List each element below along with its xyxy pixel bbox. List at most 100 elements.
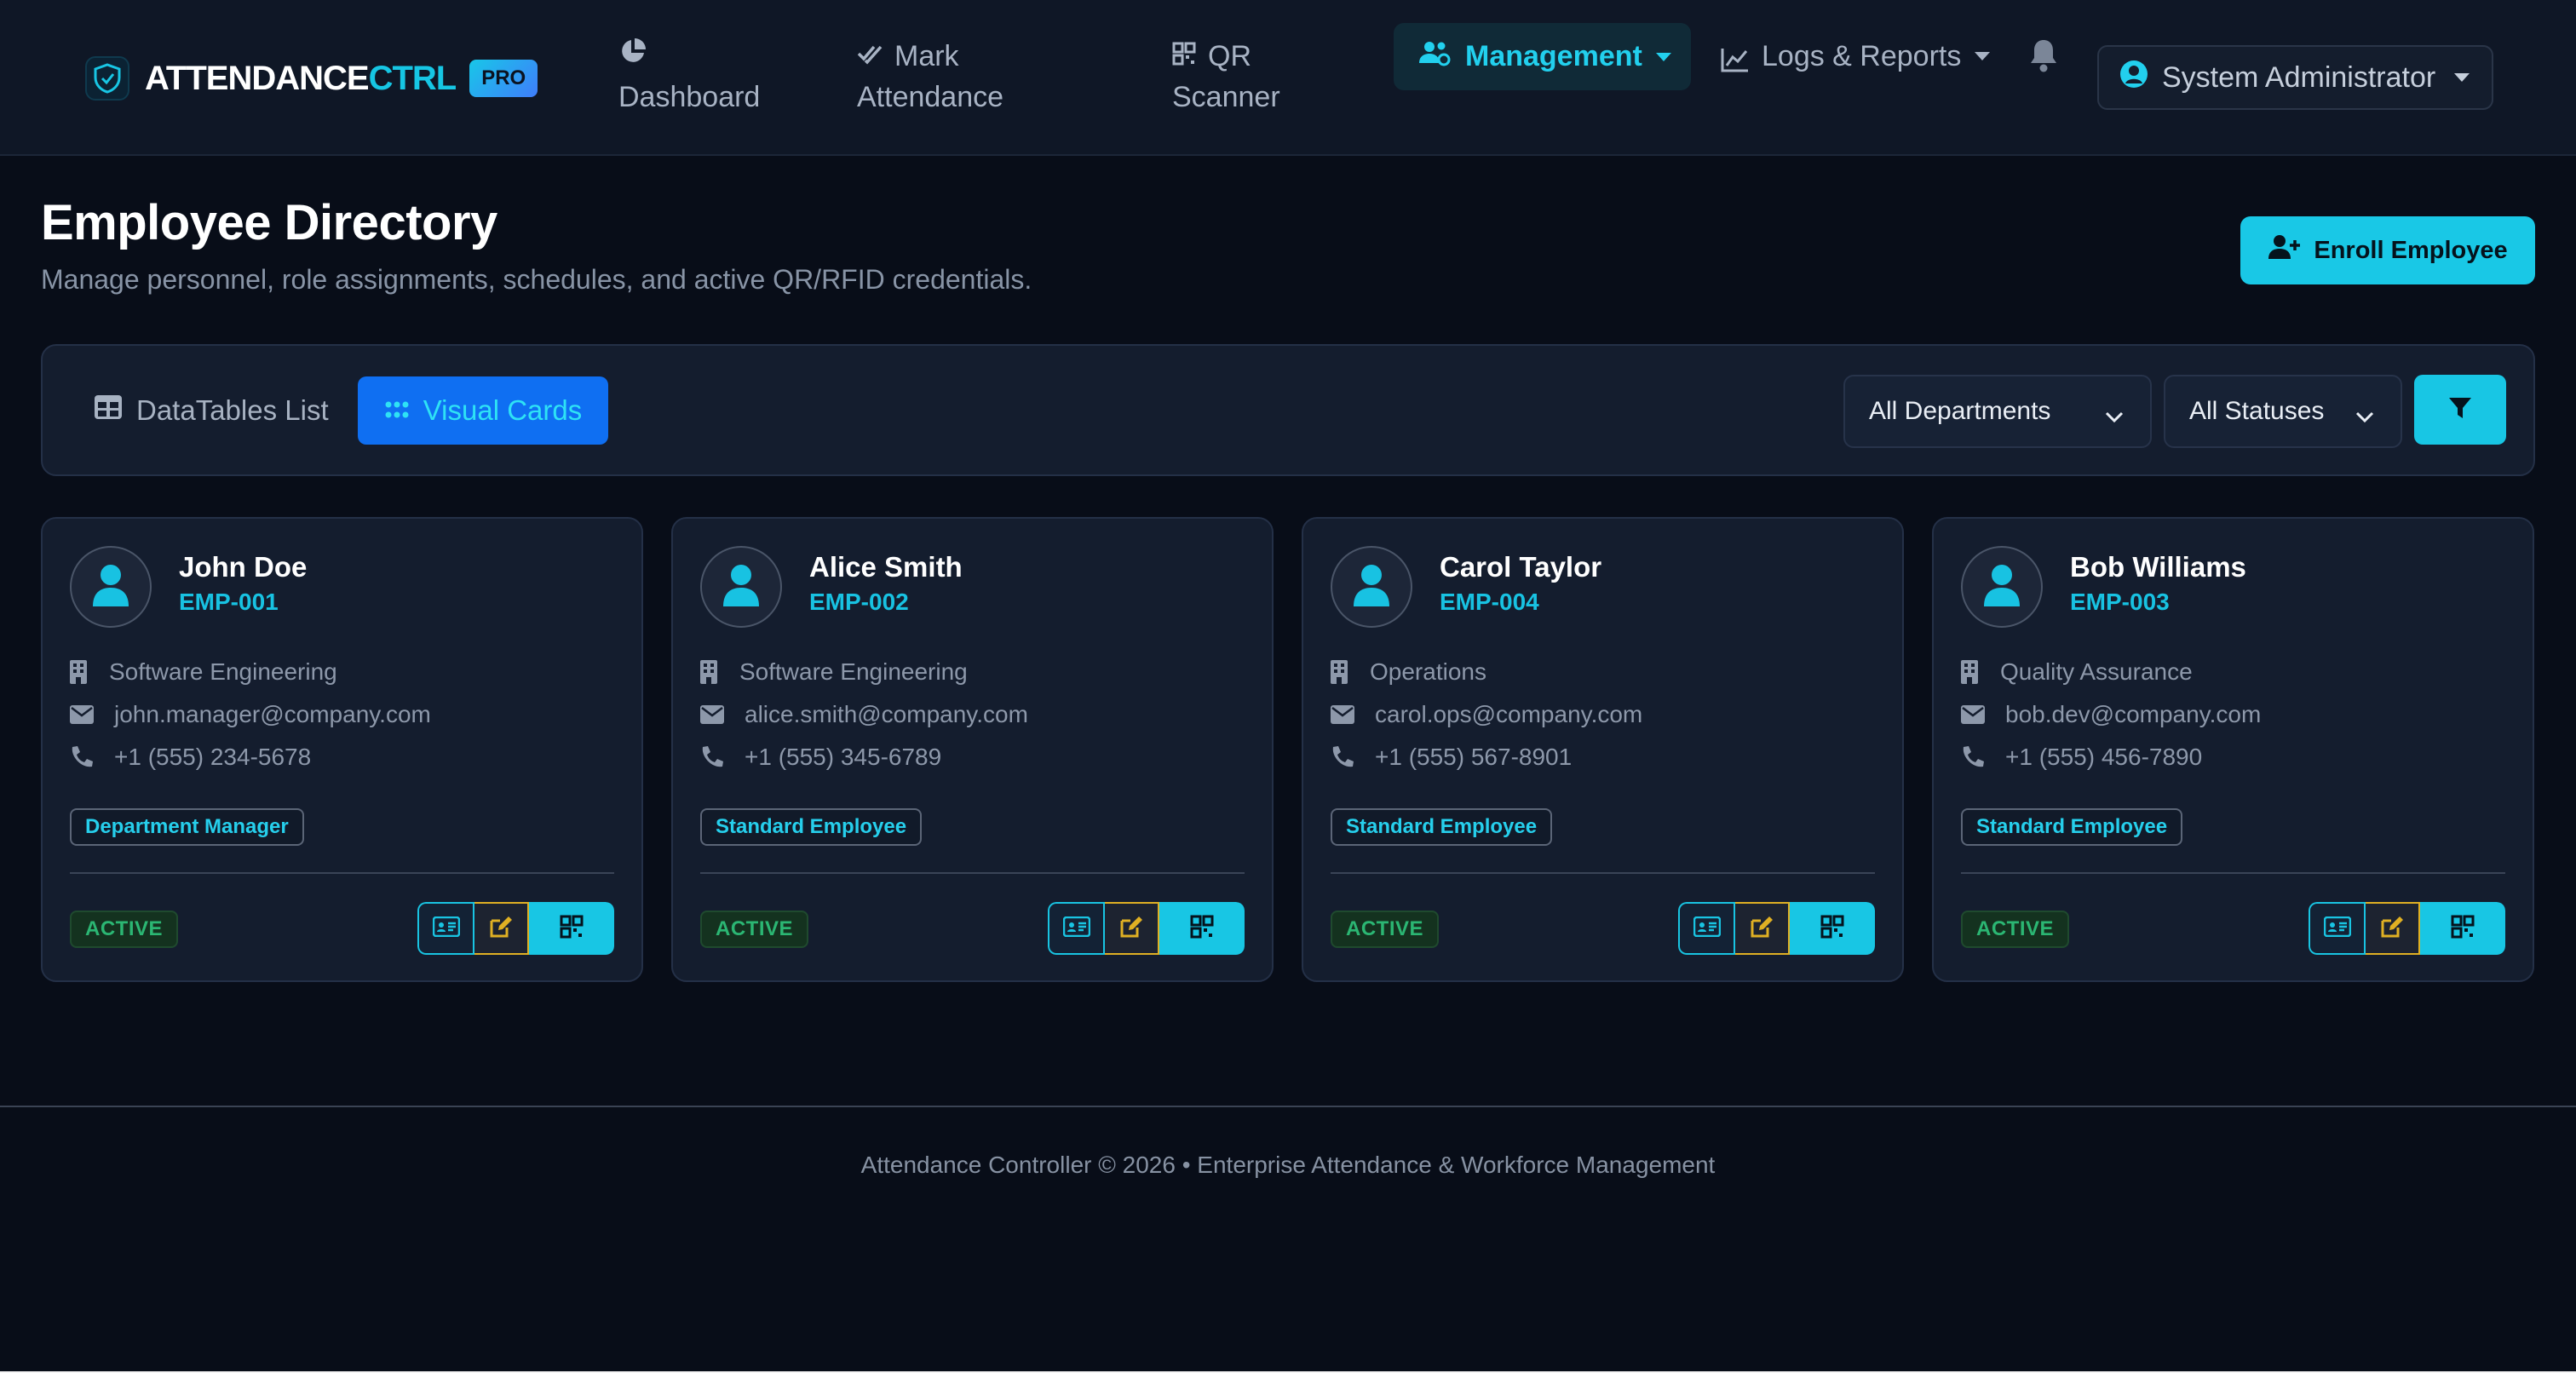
employee-department: Software Engineering xyxy=(109,658,337,685)
edit-employee-button[interactable] xyxy=(1105,902,1159,955)
id-card-icon xyxy=(1693,916,1721,941)
top-navbar: ATTENDANCECTRL PRO Dashboard Mark Attend… xyxy=(0,0,2576,156)
status-badge: ACTIVE xyxy=(1961,911,2070,948)
nav-dashboard[interactable]: Dashboard xyxy=(618,36,760,118)
card-divider xyxy=(700,872,1245,874)
employee-card[interactable]: Alice Smith EMP-002 Software Engineering… xyxy=(671,517,1274,982)
user-icon xyxy=(1353,564,1390,611)
avatar xyxy=(1331,546,1412,628)
show-qr-button[interactable] xyxy=(1159,902,1245,955)
tab-datatables-label: DataTables List xyxy=(136,394,329,426)
building-icon xyxy=(1331,660,1361,684)
chevron-down-icon xyxy=(2355,402,2375,431)
enroll-employee-label: Enroll Employee xyxy=(2314,236,2508,264)
employee-phone[interactable]: +1 (555) 456-7890 xyxy=(2005,744,2202,771)
phone-row: +1 (555) 345-6789 xyxy=(700,744,941,771)
department-row: Software Engineering xyxy=(700,658,968,686)
footer-text: Attendance Controller © 2026 • Enterpris… xyxy=(860,1152,1716,1178)
nav-management[interactable]: Management xyxy=(1394,23,1691,90)
show-qr-button[interactable] xyxy=(2420,902,2505,955)
brand-name: ATTENDANCECTRL xyxy=(145,59,457,97)
employee-department: Quality Assurance xyxy=(2000,658,2193,685)
user-menu-button[interactable]: System Administrator xyxy=(2097,45,2493,110)
email-row: john.manager@company.com xyxy=(70,701,431,728)
employee-phone[interactable]: +1 (555) 345-6789 xyxy=(745,744,941,771)
users-cog-icon xyxy=(1417,39,1452,74)
card-action-group xyxy=(1678,902,1875,955)
employee-card[interactable]: John Doe EMP-001 Software Engineering jo… xyxy=(41,517,643,982)
footer-divider xyxy=(0,1106,2576,1107)
role-badge: Department Manager xyxy=(70,808,304,846)
qrcode-icon xyxy=(560,915,584,943)
bell-icon[interactable] xyxy=(2027,37,2060,78)
check-double-icon xyxy=(857,36,883,77)
nav-mark-label-1: Mark xyxy=(894,40,959,72)
edit-icon xyxy=(1118,914,1144,944)
nav-mark-label-2: Attendance xyxy=(857,81,1004,113)
nav-logs-reports[interactable]: Logs & Reports xyxy=(1721,36,1991,83)
employee-phone[interactable]: +1 (555) 234-5678 xyxy=(114,744,311,771)
employee-id: EMP-001 xyxy=(179,589,279,615)
view-id-card-button[interactable] xyxy=(1678,902,1735,955)
qrcode-icon xyxy=(2451,915,2475,943)
caret-down-icon xyxy=(2454,73,2470,82)
employee-email[interactable]: alice.smith@company.com xyxy=(745,701,1028,728)
edit-icon xyxy=(488,914,514,944)
grid-icon xyxy=(384,394,423,427)
edit-employee-button[interactable] xyxy=(2366,902,2420,955)
phone-icon xyxy=(70,745,101,769)
employee-id: EMP-004 xyxy=(1440,589,1539,615)
tab-visual-cards[interactable]: Visual Cards xyxy=(358,376,608,445)
department-select[interactable]: All Departments xyxy=(1843,375,2152,448)
status-badge: ACTIVE xyxy=(700,911,809,948)
edit-icon xyxy=(1749,914,1774,944)
employee-department: Software Engineering xyxy=(739,658,968,685)
employee-phone[interactable]: +1 (555) 567-8901 xyxy=(1375,744,1572,771)
nav-logs-label: Logs & Reports xyxy=(1762,40,1962,72)
id-card-icon xyxy=(2323,916,2351,941)
employee-email[interactable]: bob.dev@company.com xyxy=(2005,701,2261,728)
employee-id: EMP-002 xyxy=(809,589,909,615)
view-id-card-button[interactable] xyxy=(1048,902,1105,955)
edit-employee-button[interactable] xyxy=(1735,902,1790,955)
card-action-group xyxy=(2309,902,2505,955)
shield-logo-icon xyxy=(85,56,129,101)
id-card-icon xyxy=(1062,916,1090,941)
pie-chart-icon xyxy=(618,36,647,77)
nav-qr-scanner[interactable]: QR Scanner xyxy=(1172,36,1280,118)
status-select[interactable]: All Statuses xyxy=(2164,375,2402,448)
show-qr-button[interactable] xyxy=(1790,902,1875,955)
envelope-icon xyxy=(700,705,731,724)
user-icon xyxy=(722,564,760,611)
avatar xyxy=(700,546,782,628)
status-select-value: All Statuses xyxy=(2189,397,2325,425)
nav-mark-attendance[interactable]: Mark Attendance xyxy=(857,36,1003,118)
edit-employee-button[interactable] xyxy=(474,902,529,955)
employee-card[interactable]: Bob Williams EMP-003 Quality Assurance b… xyxy=(1932,517,2534,982)
employee-email[interactable]: john.manager@company.com xyxy=(114,701,431,728)
tab-datatables-list[interactable]: DataTables List xyxy=(94,376,329,445)
enroll-employee-button[interactable]: Enroll Employee xyxy=(2240,216,2535,284)
employee-name: Alice Smith xyxy=(809,551,963,583)
employee-card[interactable]: Carol Taylor EMP-004 Operations carol.op… xyxy=(1302,517,1904,982)
card-action-group xyxy=(417,902,614,955)
filter-icon xyxy=(2447,395,2473,425)
phone-icon xyxy=(1331,745,1361,769)
department-row: Software Engineering xyxy=(70,658,337,686)
user-name: System Administrator xyxy=(2162,60,2436,94)
apply-filter-button[interactable] xyxy=(2414,375,2506,445)
building-icon xyxy=(70,660,101,684)
qrcode-icon xyxy=(1190,915,1214,943)
email-row: alice.smith@company.com xyxy=(700,701,1028,728)
phone-row: +1 (555) 234-5678 xyxy=(70,744,311,771)
chevron-down-icon xyxy=(2104,402,2125,431)
page-subtitle: Manage personnel, role assignments, sche… xyxy=(41,264,1032,295)
show-qr-button[interactable] xyxy=(529,902,614,955)
status-badge: ACTIVE xyxy=(1331,911,1440,948)
view-id-card-button[interactable] xyxy=(417,902,474,955)
caret-down-icon xyxy=(1655,52,1671,61)
department-row: Quality Assurance xyxy=(1961,658,2193,686)
view-id-card-button[interactable] xyxy=(2309,902,2366,955)
employee-email[interactable]: carol.ops@company.com xyxy=(1375,701,1642,728)
brand[interactable]: ATTENDANCECTRL PRO xyxy=(85,53,538,104)
